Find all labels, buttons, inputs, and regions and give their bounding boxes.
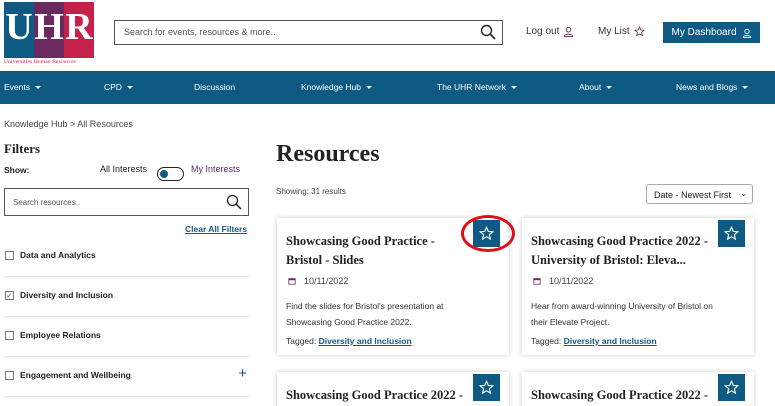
card-tagged-label: Tagged:	[531, 336, 562, 346]
nav-item-label: News and Blogs	[676, 82, 738, 92]
nav-item-news-blogs[interactable]: News and Blogs	[676, 82, 749, 92]
nav-item-about[interactable]: About	[579, 82, 613, 92]
card-title[interactable]: Showcasing Good Practice 2022 -	[286, 386, 471, 405]
site-search-placeholder: Search for events, resources & more..	[124, 27, 276, 37]
resource-search-placeholder: Search resources..	[13, 198, 81, 207]
my-dashboard-button[interactable]: My Dashboard	[663, 22, 760, 43]
toggle-knob	[160, 170, 168, 178]
resource-search-input[interactable]: Search resources..	[4, 188, 249, 216]
nav-item-label: CPD	[104, 82, 122, 92]
card-date: 10/11/2022	[288, 276, 348, 286]
filter-checkbox[interactable]	[5, 371, 14, 380]
card-tags: Tagged: Diversity and Inclusion	[531, 336, 657, 346]
star-icon	[633, 26, 645, 37]
logout-link[interactable]: Log out	[526, 26, 574, 37]
card-tag-link[interactable]: Diversity and Inclusion	[319, 336, 412, 346]
uhr-logo[interactable]: U H R Universities Human Resources	[4, 2, 96, 66]
chevron-down-icon	[126, 85, 133, 89]
my-list-label: My List	[598, 26, 630, 37]
chevron-down-icon	[35, 85, 41, 89]
logo-letter-r: R	[64, 2, 94, 58]
expand-plus-icon[interactable]: +	[238, 365, 247, 382]
search-icon[interactable]	[226, 194, 242, 210]
logo-tiles: U H R	[4, 2, 96, 58]
search-icon[interactable]	[480, 24, 496, 40]
filter-checkbox[interactable]	[5, 331, 14, 340]
filter-label: Engagement and Wellbeing	[20, 370, 131, 380]
chevron-down-icon: ⌄	[740, 189, 747, 198]
card-tag-link[interactable]: Diversity and Inclusion	[564, 336, 657, 346]
card-title[interactable]: Showcasing Good Practice - Bristol - Sli…	[286, 232, 471, 270]
main-nav: Events CPD Discussion Knowledge Hub The …	[0, 71, 775, 104]
card-title[interactable]: Showcasing Good Practice 2022 -	[531, 386, 716, 405]
card-date-value: 10/11/2022	[304, 276, 349, 286]
nav-item-knowledge-hub[interactable]: Knowledge Hub	[301, 82, 373, 92]
card-date: 10/11/2022	[533, 276, 593, 286]
logo-letter-h: H	[34, 2, 64, 58]
nav-item-label: The UHR Network	[437, 82, 506, 92]
filter-label: Employee Relations	[20, 330, 101, 340]
filter-item-diversity-inclusion[interactable]: ✓ Diversity and Inclusion	[4, 277, 249, 317]
calendar-icon	[288, 278, 296, 285]
sort-select[interactable]: Date - Newest First ⌄	[646, 184, 753, 204]
nav-item-label: Knowledge Hub	[301, 82, 362, 92]
breadcrumb[interactable]: Knowledge Hub > All Resources	[4, 119, 133, 129]
nav-item-label: Events	[4, 82, 30, 92]
chevron-down-icon	[742, 85, 749, 89]
filters-heading: Filters	[4, 141, 41, 156]
card-description: Find the slides for Bristol's presentati…	[286, 301, 444, 327]
logo-tagline: Universities Human Resources	[4, 59, 77, 65]
my-interests-label[interactable]: My Interests	[191, 164, 240, 174]
nav-item-label: Discussion	[194, 82, 236, 92]
filter-checkbox-checked[interactable]: ✓	[5, 291, 14, 300]
filter-label: Diversity and Inclusion	[20, 290, 114, 300]
nav-item-label: About	[579, 82, 602, 92]
site-header: U H R Universities Human Resources Searc…	[0, 0, 775, 71]
add-to-list-button[interactable]	[718, 220, 745, 247]
user-icon	[564, 26, 574, 37]
nav-item-events[interactable]: Events	[4, 82, 41, 92]
my-list-link[interactable]: My List	[598, 26, 645, 37]
interests-toggle[interactable]	[157, 167, 184, 181]
star-icon	[724, 226, 739, 241]
my-dashboard-label: My Dashboard	[671, 27, 737, 38]
card-description: Hear from award-winning University of Br…	[531, 301, 713, 327]
filter-item-employee-relations[interactable]: Employee Relations	[4, 317, 249, 357]
results-count: Showing: 31 results	[276, 187, 346, 196]
all-interests-label[interactable]: All Interests	[100, 164, 147, 174]
site-search-input[interactable]: Search for events, resources & more..	[114, 20, 503, 45]
chevron-down-icon	[510, 85, 517, 89]
filter-checkbox[interactable]	[5, 251, 14, 260]
nav-item-cpd[interactable]: CPD	[104, 82, 133, 92]
user-icon	[742, 28, 751, 38]
card-title[interactable]: Showcasing Good Practice 2022 - Universi…	[531, 232, 716, 270]
chevron-down-icon	[606, 85, 613, 89]
star-icon	[479, 380, 494, 395]
card-date-value: 10/11/2022	[549, 276, 594, 286]
page-title: Resources	[276, 141, 380, 167]
chevron-down-icon	[366, 85, 373, 89]
calendar-icon	[533, 278, 541, 285]
sort-selected-value: Date - Newest First	[654, 190, 732, 200]
clear-all-filters-link[interactable]: Clear All Filters	[185, 224, 247, 234]
card-tagged-label: Tagged:	[286, 336, 317, 346]
star-icon	[724, 380, 739, 395]
nav-item-uhr-network[interactable]: The UHR Network	[437, 82, 517, 92]
filter-label: Data and Analytics	[20, 250, 96, 260]
filter-item-engagement-wellbeing[interactable]: Engagement and Wellbeing +	[4, 357, 249, 397]
add-to-list-button[interactable]	[473, 374, 500, 401]
card-tags: Tagged: Diversity and Inclusion	[286, 336, 412, 346]
annotation-circle	[461, 215, 515, 252]
show-label: Show:	[4, 165, 30, 175]
add-to-list-button[interactable]	[718, 374, 745, 401]
logo-letter-u: U	[4, 2, 34, 58]
logout-label: Log out	[526, 26, 560, 37]
filter-item-data-analytics[interactable]: Data and Analytics	[4, 237, 249, 277]
nav-item-discussion[interactable]: Discussion	[194, 82, 235, 92]
